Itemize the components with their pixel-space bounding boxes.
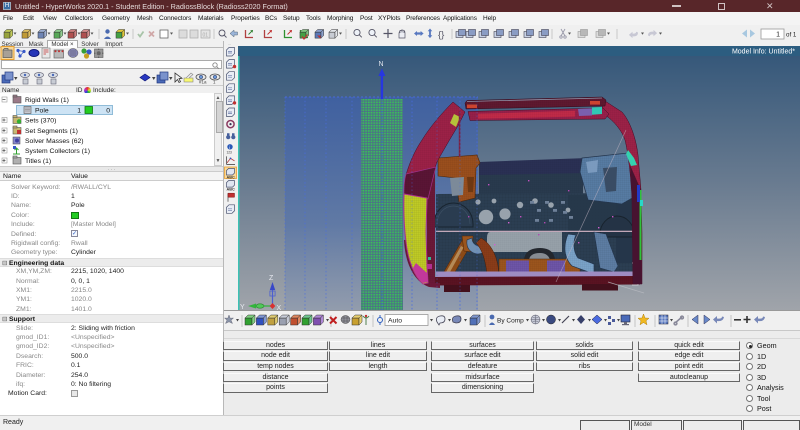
svg-text:1: 1 (776, 32, 780, 39)
svg-text:123: 123 (227, 150, 233, 154)
svg-text:Auto: Auto (388, 318, 402, 325)
svg-text:i: i (229, 145, 230, 150)
svg-text:01: 01 (203, 33, 209, 39)
svg-text:ABC: ABC (227, 188, 235, 192)
svg-text:of 1: of 1 (786, 32, 797, 39)
svg-text:ABC: ABC (227, 176, 235, 180)
svg-text:Titles (1): Titles (1) (25, 158, 51, 165)
svg-text:...: ... (228, 42, 231, 46)
svg-text:{}: {} (438, 30, 444, 41)
svg-text:Pole: Pole (35, 108, 49, 115)
svg-text:Rigid Walls (1): Rigid Walls (1) (25, 97, 69, 104)
svg-text:By Comp: By Comp (497, 318, 524, 325)
svg-text:0: 0 (106, 108, 110, 115)
svg-text:1: 1 (77, 108, 81, 115)
svg-text:Sets (370): Sets (370) (25, 118, 56, 125)
svg-text:Set Segments (1): Set Segments (1) (25, 128, 78, 135)
svg-text:Z: Z (269, 275, 274, 282)
svg-text:System Collectors (1): System Collectors (1) (25, 148, 90, 155)
svg-text:Model Info: Untitled*: Model Info: Untitled* (732, 49, 795, 56)
svg-text:Solver Masses (62): Solver Masses (62) (25, 138, 84, 145)
svg-text:N: N (379, 61, 384, 68)
